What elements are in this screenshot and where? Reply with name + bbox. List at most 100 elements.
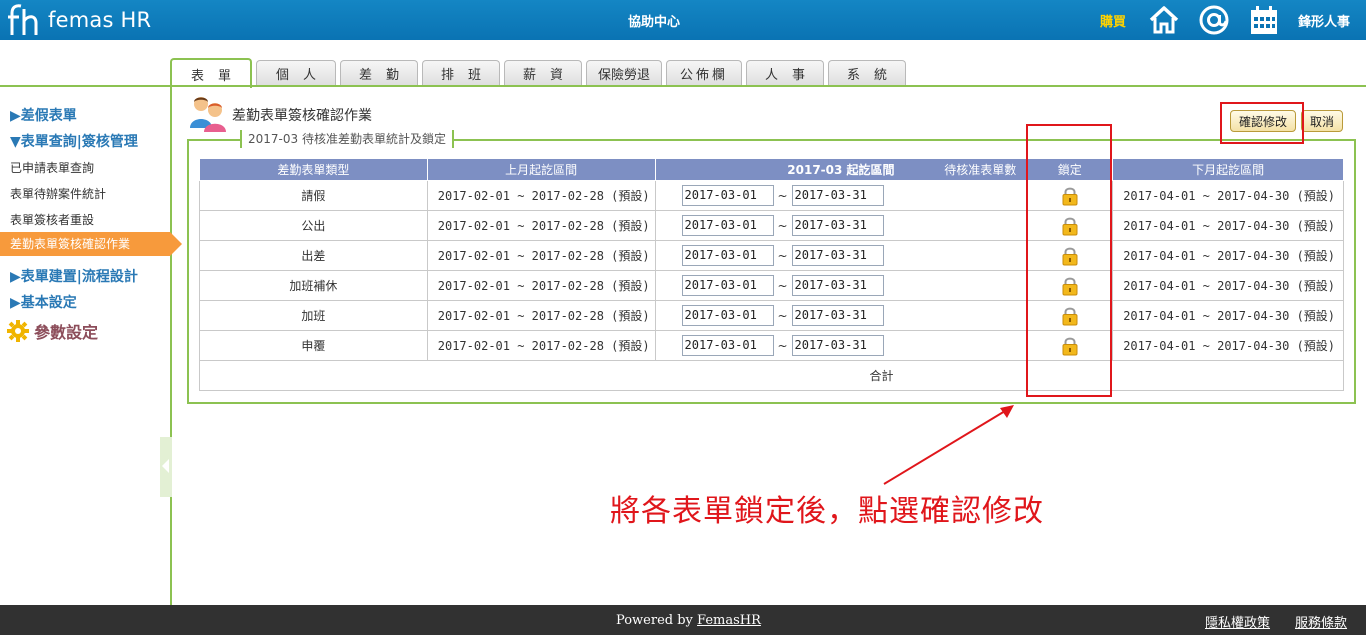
calendar-icon[interactable] [1248, 4, 1280, 36]
next-range-cell: 2017-04-01 ~ 2017-04-30 (預設) [1112, 300, 1344, 331]
help-center-link[interactable]: 協助中心 [628, 11, 680, 30]
sidebar-item-pending-stats[interactable]: 表單待辦案件統計 [10, 185, 106, 202]
femas-logo-icon [8, 4, 38, 35]
highlight-lock-column [1026, 124, 1112, 397]
end-date-input[interactable]: 2017-03-31 [791, 185, 884, 206]
start-date-input[interactable]: 2017-03-01 [681, 305, 774, 326]
table-row: 請假 2017-02-01 ~ 2017-02-28 (預設) 2017-03-01… [199, 180, 1344, 211]
tab-system[interactable]: 系統 [828, 60, 906, 86]
table-row: 申覆 2017-02-01 ~ 2017-02-28 (預設) 2017-03-01… [199, 330, 1344, 361]
sidebar-param-settings[interactable]: 參數設定 [6, 319, 98, 343]
tab-personal[interactable]: 個人 [256, 60, 336, 86]
at-icon[interactable] [1198, 4, 1230, 36]
end-date-input[interactable]: 2017-03-31 [791, 305, 884, 326]
prev-range-cell: 2017-02-01 ~ 2017-02-28 (預設) [426, 330, 656, 361]
start-date-input[interactable]: 2017-03-01 [681, 275, 774, 296]
tab-forms[interactable]: 表單 [170, 58, 252, 88]
current-range-cell: 2017-03-01 ~2017-03-31 [654, 330, 1028, 361]
powered-by-prefix: Powered by [616, 613, 693, 628]
tab-attendance[interactable]: 差勤 [340, 60, 418, 86]
table-row: 加班 2017-02-01 ~ 2017-02-28 (預設) 2017-03-01… [199, 300, 1344, 331]
femashr-link[interactable]: FemasHR [697, 613, 761, 628]
home-icon[interactable] [1148, 4, 1180, 36]
logo-text: femas HR [48, 8, 152, 32]
col-header-current: 2017-03 起訖區間 待核准表單數 [654, 158, 1028, 181]
col-header-next: 下月起訖區間 [1112, 158, 1344, 181]
company-name[interactable]: 鋒形人事 [1298, 11, 1350, 30]
prev-range-cell: 2017-02-01 ~ 2017-02-28 (預設) [426, 240, 656, 271]
current-range-cell: 2017-03-01 ~2017-03-31 [654, 210, 1028, 241]
form-type-cell: 請假 [199, 180, 428, 211]
footer: Powered by FemasHR 隱私權政策 服務條款 [0, 605, 1366, 635]
chevron-left-icon [162, 459, 169, 473]
current-range-cell: 2017-03-01 ~2017-03-31 [654, 270, 1028, 301]
powered-by: Powered by FemasHR [616, 613, 761, 628]
end-date-input[interactable]: 2017-03-31 [791, 275, 884, 296]
privacy-policy-link[interactable]: 隱私權政策 [1205, 612, 1270, 631]
range-separator: ~ [777, 308, 788, 323]
end-date-input[interactable]: 2017-03-31 [791, 215, 884, 236]
next-range-cell: 2017-04-01 ~ 2017-04-30 (預設) [1112, 210, 1344, 241]
buy-link[interactable]: 購買 [1100, 11, 1126, 30]
sidebar-section-basic-settings[interactable]: ▶基本設定 [10, 292, 77, 312]
annotation-arrow-icon [883, 405, 1014, 485]
end-date-input[interactable]: 2017-03-31 [791, 245, 884, 266]
next-range-cell: 2017-04-01 ~ 2017-04-30 (預設) [1112, 270, 1344, 301]
table-row: 出差 2017-02-01 ~ 2017-02-28 (預設) 2017-03-01… [199, 240, 1344, 271]
table-row: 加班補休 2017-02-01 ~ 2017-02-28 (預設) 2017-03-… [199, 270, 1344, 301]
table-header-row: 差勤表單類型 上月起訖區間 2017-03 起訖區間 待核准表單數 鎖定 下月起… [199, 158, 1344, 181]
form-type-cell: 出差 [199, 240, 428, 271]
form-type-cell: 公出 [199, 210, 428, 241]
active-indicator [170, 232, 182, 256]
prev-range-cell: 2017-02-01 ~ 2017-02-28 (預設) [426, 210, 656, 241]
range-separator: ~ [777, 188, 788, 203]
tab-bulletin[interactable]: 公佈欄 [666, 60, 742, 86]
sidebar-item-applied-forms[interactable]: 已申請表單查詢 [10, 159, 94, 176]
param-settings-label: 參數設定 [34, 323, 99, 342]
sidebar-collapse-handle[interactable] [160, 437, 172, 497]
col-header-type: 差勤表單類型 [199, 158, 428, 181]
form-type-cell: 加班補休 [199, 270, 428, 301]
next-range-cell: 2017-04-01 ~ 2017-04-30 (預設) [1112, 330, 1344, 361]
prev-range-cell: 2017-02-01 ~ 2017-02-28 (預設) [426, 270, 656, 301]
tab-scheduling[interactable]: 排班 [422, 60, 500, 86]
range-separator: ~ [777, 218, 788, 233]
sidebar-section-form-query[interactable]: ▼表單查詢|簽核管理 [10, 131, 138, 151]
cancel-button[interactable]: 取消 [1301, 110, 1343, 132]
instruction-annotation: 將各表單鎖定後，點選確認修改 [610, 494, 1044, 529]
start-date-input[interactable]: 2017-03-01 [681, 185, 774, 206]
sidebar-section-leave-forms[interactable]: ▶差假表單 [10, 105, 77, 125]
tab-insurance[interactable]: 保險勞退 [586, 60, 662, 86]
range-separator: ~ [777, 278, 788, 293]
table-row: 公出 2017-02-01 ~ 2017-02-28 (預設) 2017-03-01… [199, 210, 1344, 241]
start-date-input[interactable]: 2017-03-01 [681, 215, 774, 236]
tab-hr[interactable]: 人事 [746, 60, 824, 86]
sidebar-item-approval-confirm[interactable]: 差勤表單簽核確認作業 [0, 232, 182, 256]
prev-range-cell: 2017-02-01 ~ 2017-02-28 (預設) [426, 300, 656, 331]
logo[interactable]: femas HR [6, 3, 151, 37]
main-tabs: 表單 個人 差勤 排班 薪資 保險勞退 公佈欄 人事 系統 [170, 58, 910, 88]
terms-of-service-link[interactable]: 服務條款 [1295, 612, 1347, 631]
tab-underline [0, 85, 1366, 87]
page-title: 差勤表單簽核確認作業 [232, 108, 372, 124]
next-range-cell: 2017-04-01 ~ 2017-04-30 (預設) [1112, 240, 1344, 271]
form-type-cell: 加班 [199, 300, 428, 331]
current-range-cell: 2017-03-01 ~2017-03-31 [654, 300, 1028, 331]
total-row: 合計 [199, 360, 1344, 391]
tab-payroll[interactable]: 薪資 [504, 60, 582, 86]
range-separator: ~ [777, 338, 788, 353]
range-separator: ~ [777, 248, 788, 263]
start-date-input[interactable]: 2017-03-01 [681, 245, 774, 266]
top-bar: femas HR 協助中心 購買 鋒形人事 [0, 0, 1366, 40]
start-date-input[interactable]: 2017-03-01 [681, 335, 774, 356]
highlight-confirm-button [1220, 102, 1304, 144]
users-icon [190, 97, 226, 132]
sidebar: ▶差假表單 ▼表單查詢|簽核管理 已申請表單查詢 表單待辦案件統計 表單簽核者重… [0, 87, 182, 605]
sidebar-section-form-build[interactable]: ▶表單建置|流程設計 [10, 266, 138, 286]
sidebar-item-label: 差勤表單簽核確認作業 [10, 237, 131, 251]
sidebar-item-approver-reset[interactable]: 表單簽核者重設 [10, 211, 94, 228]
col-header-pending: 待核准表單數 [944, 163, 1017, 177]
col-header-current-label: 2017-03 起訖區間 [787, 163, 895, 177]
fieldset-legend: 2017-03 待核准差勤表單統計及鎖定 [240, 130, 454, 148]
end-date-input[interactable]: 2017-03-31 [791, 335, 884, 356]
